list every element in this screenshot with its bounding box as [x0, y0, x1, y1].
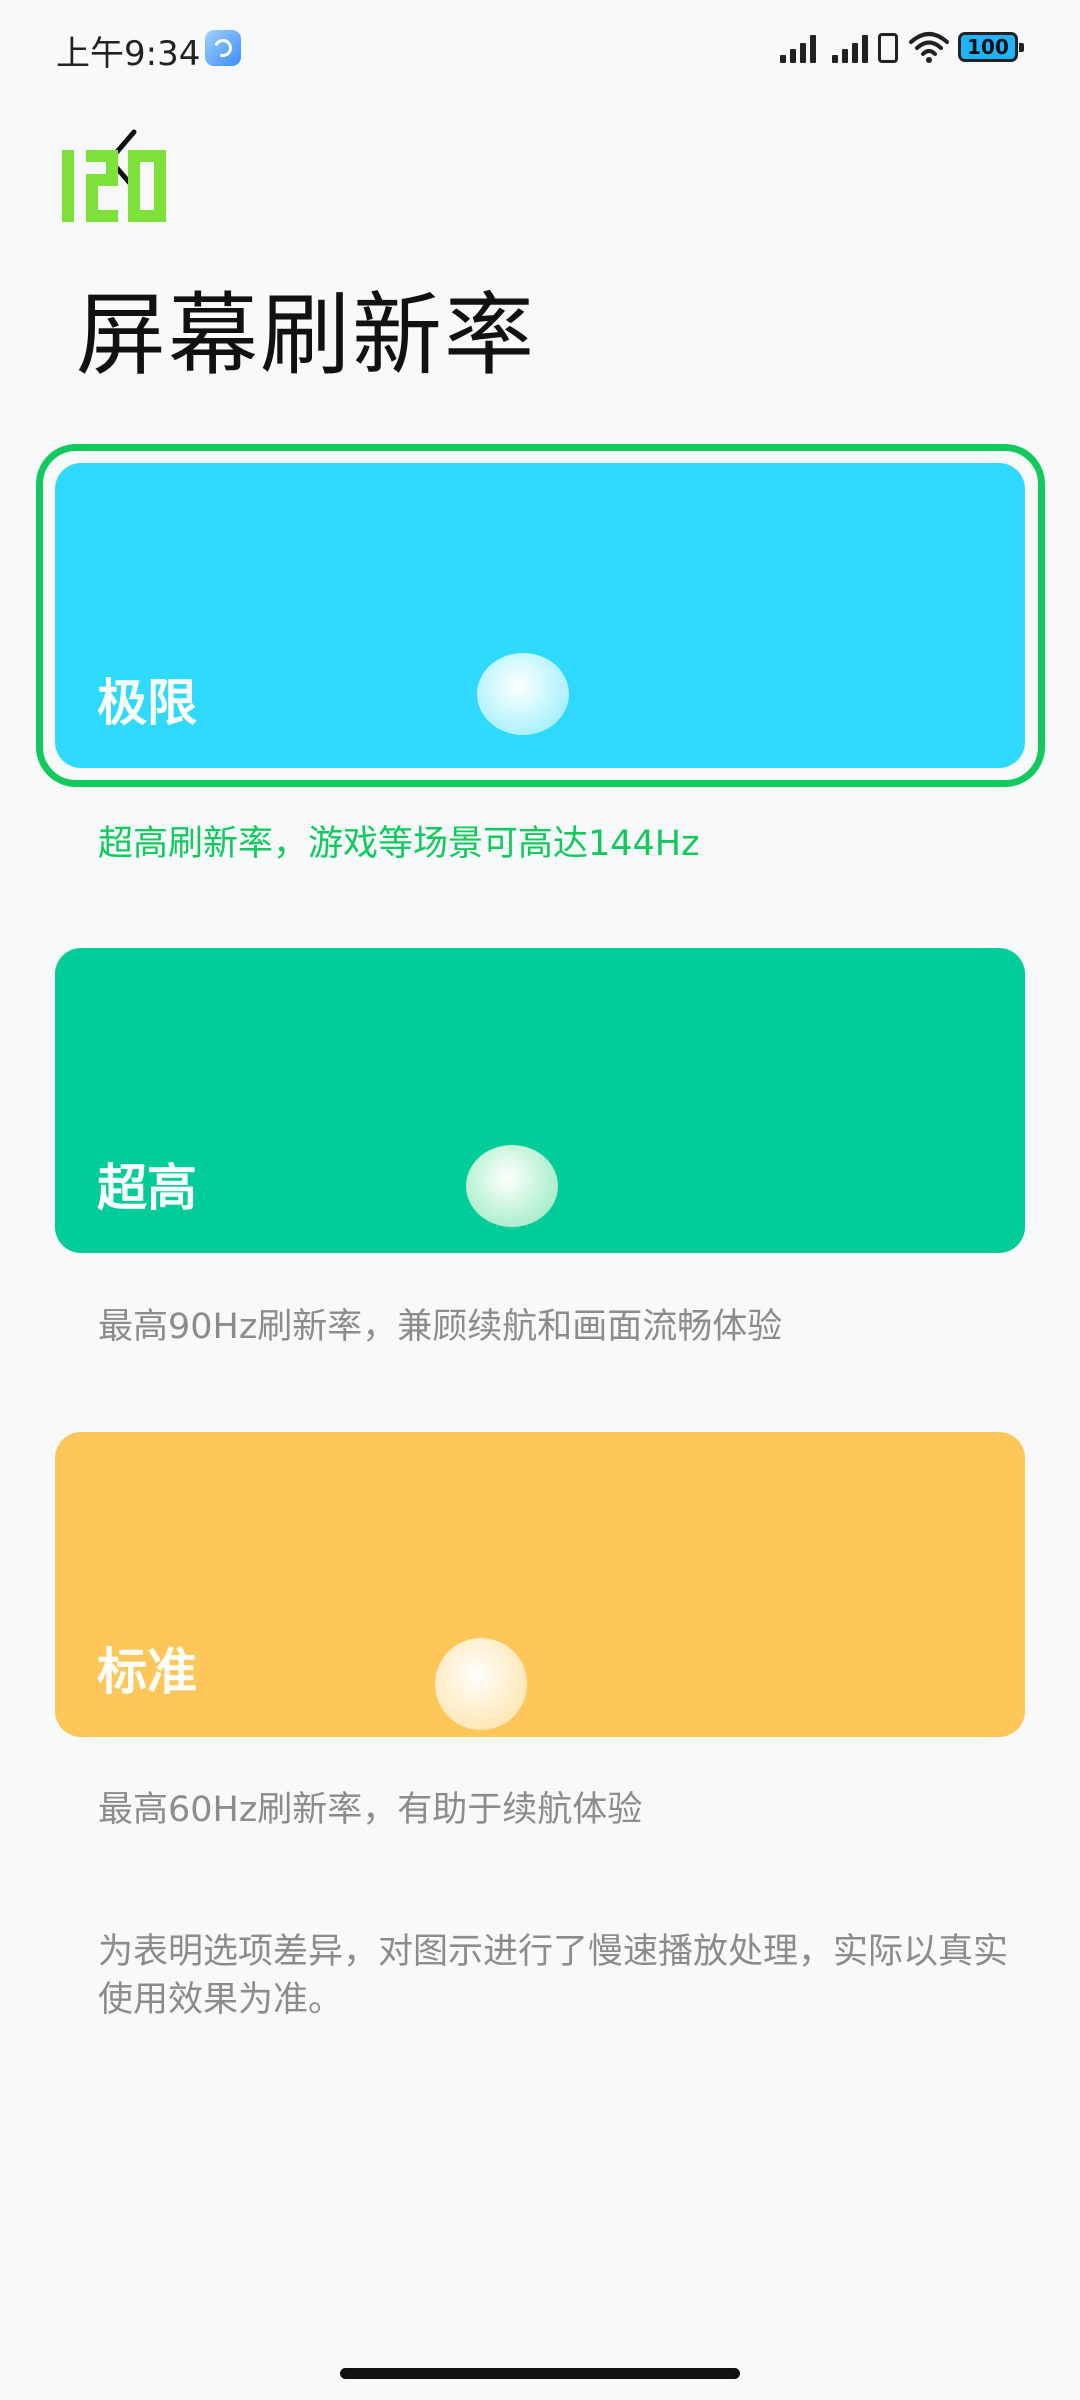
page-title: 屏幕刷新率	[76, 283, 536, 388]
animation-ball	[466, 1145, 558, 1227]
option-description: 超高刷新率，游戏等场景可高达144Hz	[98, 824, 700, 864]
animation-ball	[477, 653, 569, 735]
status-time: 上午9:34	[56, 34, 201, 74]
battery-icon: 100	[958, 32, 1024, 62]
option-label: 超高	[97, 1159, 197, 1217]
sim-card-icon	[878, 33, 898, 63]
home-indicator[interactable]	[340, 2368, 740, 2379]
status-bar: 上午9:34 100	[0, 0, 1080, 100]
refresh-rate-logo	[58, 148, 170, 224]
battery-level: 100	[967, 35, 1009, 59]
wifi-icon	[908, 30, 950, 64]
animation-ball	[435, 1638, 527, 1730]
signal-icon	[832, 33, 878, 63]
option-label: 标准	[97, 1643, 197, 1701]
option-description: 最高90Hz刷新率，兼顾续航和画面流畅体验	[98, 1307, 783, 1347]
footnote: 为表明选项差异，对图示进行了慢速播放处理，实际以真实使用效果为准。	[98, 1932, 1009, 2020]
signal-icon	[780, 33, 826, 63]
option-label: 极限	[97, 674, 197, 732]
option-card-standard[interactable]: 标准	[55, 1432, 1025, 1737]
option-card-high[interactable]: 超高	[55, 948, 1025, 1253]
option-description: 最高60Hz刷新率，有助于续航体验	[98, 1790, 643, 1830]
app-notification-icon	[205, 30, 241, 66]
option-card-extreme[interactable]: 极限	[55, 463, 1025, 768]
